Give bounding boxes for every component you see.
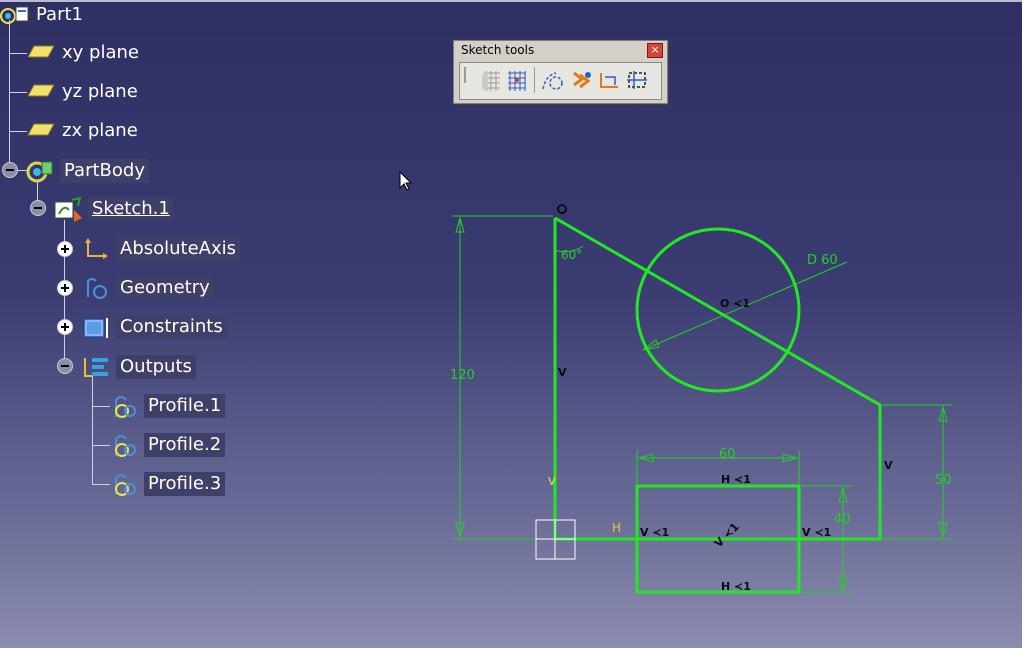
plane-icon (28, 45, 55, 58)
body-icon (26, 161, 53, 183)
tree-node-label: Constraints (116, 315, 227, 339)
analysis-icon[interactable] (624, 67, 650, 93)
tree-node-absoluteaxis[interactable]: AbsoluteAxis (80, 236, 241, 262)
tree-node-label: AbsoluteAxis (116, 237, 241, 261)
profile-icon (115, 474, 136, 496)
tree-line (9, 20, 10, 170)
tree-line (9, 131, 27, 132)
snap-to-point-icon[interactable] (504, 67, 530, 93)
tree-line (9, 92, 27, 93)
collapse-outputs-toggle[interactable] (57, 358, 73, 374)
grid-icon[interactable] (478, 67, 504, 93)
collapse-partbody-toggle[interactable] (2, 162, 18, 178)
profile-icon (115, 435, 136, 457)
tree-node-label: Profile.3 (144, 472, 226, 496)
vertical-constraint[interactable]: V (558, 366, 567, 379)
tree-node-label: Outputs (116, 355, 196, 379)
tree-node-label: zx plane (62, 120, 138, 141)
horizontal-constraint[interactable]: H (612, 521, 621, 535)
toolbar-buttons (459, 62, 662, 100)
tree-node-label: yz plane (62, 81, 138, 102)
sketch-canvas[interactable]: 60° D 60 120 50 60 40 V V V H H ≺1 H ≺1 … (440, 195, 970, 605)
plane-icon (28, 84, 55, 97)
tree-node-label: Profile.1 (144, 394, 226, 418)
tree-node-label: PartBody (60, 159, 149, 183)
tree-line (9, 53, 27, 54)
constraints-icon (83, 318, 108, 338)
tree-node-profile-1[interactable]: Profile.1 (108, 393, 226, 419)
tree-node-geometry[interactable]: Geometry (80, 275, 214, 301)
symmetry-constraint-left[interactable]: V ≺1 (640, 526, 669, 539)
specification-tree: Part1 xy plane yz plane zx plane PartBod… (0, 0, 300, 520)
vertical-constraint[interactable]: V (548, 475, 556, 488)
toolbar-grip[interactable] (464, 67, 466, 83)
construction-element-icon[interactable] (540, 67, 566, 93)
plane-icon (28, 123, 55, 136)
tree-node-label: Geometry (116, 276, 214, 300)
tree-node-label: Part1 (36, 4, 83, 25)
collapse-sketch-toggle[interactable] (30, 200, 46, 216)
symmetry-constraint-top[interactable]: H ≺1 (721, 473, 751, 486)
tree-node-sketch[interactable]: Sketch.1 (52, 196, 174, 222)
rect-height-dimension[interactable]: 40 (834, 512, 851, 527)
outputs-icon (84, 358, 108, 377)
vertical-constraint[interactable]: V (884, 459, 893, 472)
tree-node-profile-3[interactable]: Profile.3 (108, 471, 226, 497)
tree-node-label: xy plane (62, 42, 139, 63)
expand-absoluteaxis-toggle[interactable] (57, 241, 73, 257)
height-dimension-right[interactable]: 50 (935, 473, 952, 488)
expand-geometry-toggle[interactable] (57, 280, 73, 296)
mouse-cursor-icon (399, 171, 413, 191)
angle-dimension[interactable]: 60° (561, 248, 582, 262)
symmetry-constraint-bottom[interactable]: H ≺1 (721, 580, 751, 593)
geometry-icon (87, 278, 107, 299)
tree-node-constraints[interactable]: Constraints (80, 314, 227, 340)
expand-constraints-toggle[interactable] (57, 319, 73, 335)
symmetry-constraint-right[interactable]: V ≺1 (802, 526, 831, 539)
tree-node-part1[interactable]: Part1 (0, 2, 87, 28)
rect-width-dimension[interactable]: 60 (719, 447, 736, 462)
tree-node-label: Profile.2 (144, 433, 226, 457)
concentric-constraint[interactable]: O ≺1 (720, 297, 750, 310)
tree-node-yz-plane[interactable]: yz plane (28, 79, 142, 105)
toolbar-title-bar[interactable]: Sketch tools × (454, 41, 667, 59)
tree-node-outputs[interactable]: Outputs (80, 354, 196, 380)
diameter-dimension[interactable]: D 60 (807, 253, 838, 268)
sketch-icon (54, 196, 82, 222)
toolbar-title: Sketch tools (461, 43, 535, 57)
tree-node-partbody[interactable]: PartBody (24, 158, 149, 184)
geometrical-constraints-icon[interactable] (568, 67, 594, 93)
tree-node-profile-2[interactable]: Profile.2 (108, 432, 226, 458)
coincidence-constraint[interactable]: V ≺1 (712, 520, 742, 550)
toolbar-separator (534, 67, 535, 93)
part-icon (0, 6, 29, 24)
profile-icon (115, 396, 136, 418)
sketch-tools-toolbar[interactable]: Sketch tools × (453, 40, 668, 104)
axis-icon (85, 238, 108, 259)
height-dimension-left[interactable]: 120 (450, 368, 475, 383)
tree-node-label: Sketch.1 (88, 197, 174, 221)
tree-node-zx-plane[interactable]: zx plane (28, 118, 142, 144)
tree-line (92, 375, 93, 485)
dimensional-constraints-icon[interactable] (596, 67, 622, 93)
tree-node-xy-plane[interactable]: xy plane (28, 40, 143, 66)
close-button[interactable]: × (647, 43, 663, 58)
